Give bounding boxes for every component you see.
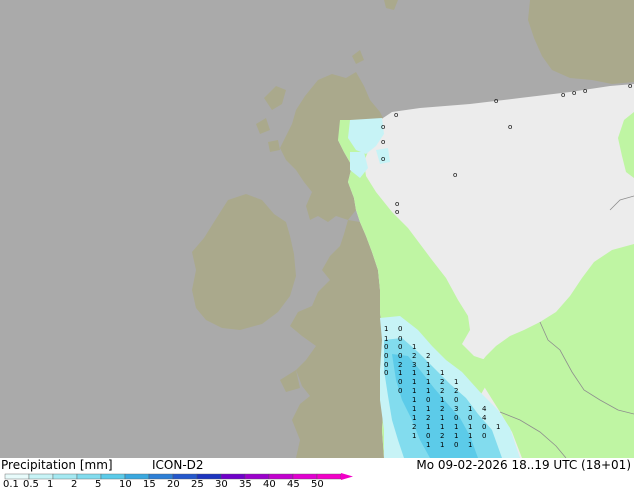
- precip-value-label: 1: [412, 369, 416, 377]
- precip-value-label: 2: [440, 378, 444, 386]
- legend-tick-label: 15: [143, 479, 156, 490]
- precip-value-label: 0: [398, 378, 402, 386]
- precip-value-label: 1: [454, 423, 458, 431]
- precip-value-label: 1: [412, 378, 416, 386]
- precip-value-label: 1: [412, 405, 416, 413]
- precip-value-label: 1: [496, 423, 500, 431]
- precip-value-label: 2: [440, 387, 444, 395]
- precip-value-label: 0: [384, 352, 388, 360]
- precip-value-label: 1: [426, 387, 430, 395]
- precip-value-label: 0: [482, 423, 486, 431]
- station-marker: o: [572, 89, 576, 97]
- precip-value-label: 0: [482, 432, 486, 440]
- precip-value-label: 0: [398, 387, 402, 395]
- precip-value-label: 0: [384, 369, 388, 377]
- precip-value-label: 1: [440, 423, 444, 431]
- precip-value-label: 2: [412, 423, 416, 431]
- precip-value-label: 0: [454, 414, 458, 422]
- legend-tick-label: 5: [95, 479, 102, 490]
- legend-tick-label: 0.5: [23, 479, 39, 490]
- precip-value-label: 2: [426, 352, 430, 360]
- precip-value-label: 1: [454, 378, 458, 386]
- precip-value-label: 4: [482, 405, 487, 413]
- precip-value-label: 0: [454, 441, 458, 449]
- legend-arrow: [341, 473, 353, 480]
- precip-value-label: 4: [482, 414, 487, 422]
- legend-tick-label: 25: [191, 479, 204, 490]
- precip-value-label: 1: [412, 387, 416, 395]
- precip-value-label: 1: [440, 396, 444, 404]
- precip-value-label: 2: [440, 432, 444, 440]
- precip-value-label: 2: [454, 387, 458, 395]
- legend-tick-label: 50: [311, 479, 324, 490]
- legend-tick-label: 2: [71, 479, 78, 490]
- precip-value-label: 1: [426, 405, 430, 413]
- station-marker: o: [583, 87, 587, 95]
- precip-value-label: 0: [398, 343, 402, 351]
- precip-value-label: 2: [426, 414, 430, 422]
- precip-value-label: 1: [412, 396, 416, 404]
- precip-value-label: 1: [426, 369, 430, 377]
- precip-value-label: 1: [412, 432, 416, 440]
- precip-value-label: 2: [440, 405, 444, 413]
- map-canvas: 1 01 00 0 10 0 2 20 2 3 10 1 1 1 10 1 1 2 10 1 1 2 21 0 1 01 1 2 3 1 4…: [0, 0, 634, 458]
- legend-tick-label: 1: [47, 479, 54, 490]
- legend-tick-label: 0.1: [3, 479, 19, 490]
- map-footer: Precipitation [mm] ICON-D2 Mo 09-02-2026…: [0, 458, 634, 490]
- legend-tick-label: 40: [263, 479, 276, 490]
- precip-value-label: 0: [398, 335, 402, 343]
- precip-value-label: 1: [426, 361, 430, 369]
- legend-tick-label: 35: [239, 479, 252, 490]
- precip-value-label: 0: [468, 414, 472, 422]
- precip-value-label: 0: [426, 396, 430, 404]
- station-marker: o: [508, 123, 512, 131]
- station-marker: o: [395, 208, 399, 216]
- legend-tick-label: 30: [215, 479, 228, 490]
- station-marker: o: [628, 82, 632, 90]
- station-marker: o: [394, 111, 398, 119]
- precip-value-label: 0: [398, 352, 402, 360]
- precip-value-label: 2: [412, 352, 416, 360]
- precip-value-label: 0: [454, 396, 458, 404]
- station-marker: o: [381, 123, 385, 131]
- precip-value-label: 1: [440, 414, 444, 422]
- station-marker: o: [453, 171, 457, 179]
- precip-value-label: 1: [468, 441, 472, 449]
- station-marker: o: [561, 91, 565, 99]
- legend-tick-label: 45: [287, 479, 300, 490]
- precip-value-label: 3: [454, 405, 458, 413]
- precip-value-label: 0: [384, 361, 388, 369]
- precip-value-label: 1: [412, 414, 416, 422]
- precip-value-label: 1: [440, 369, 444, 377]
- precip-value-label: 1: [384, 335, 388, 343]
- station-marker: o: [395, 200, 399, 208]
- product-title: Precipitation [mm]: [1, 458, 113, 472]
- legend-tick-label: 10: [119, 479, 132, 490]
- precipitation-map[interactable]: 1010001002202310111101121011221010112314…: [0, 0, 634, 458]
- precip-value-label: 1: [468, 432, 472, 440]
- precip-value-label: 1: [412, 343, 416, 351]
- station-marker: o: [494, 97, 498, 105]
- station-marker: o: [381, 155, 385, 163]
- precip-value-label: 0: [398, 325, 402, 333]
- model-name: ICON-D2: [152, 458, 204, 472]
- precip-value-label: 1: [468, 405, 472, 413]
- valid-datetime: Mo 09-02-2026 18..19 UTC (18+01): [416, 458, 631, 472]
- precip-value-label: 0: [384, 343, 388, 351]
- precip-value-label: 1: [440, 441, 444, 449]
- precip-value-label: 1: [398, 369, 402, 377]
- precip-value-label: 1: [384, 325, 388, 333]
- precip-value-label: 1: [426, 378, 430, 386]
- precip-value-label: 1: [468, 423, 472, 431]
- precip-value-label: 0: [426, 432, 430, 440]
- precip-value-label: 3: [412, 361, 416, 369]
- legend-tick-label: 20: [167, 479, 180, 490]
- precip-value-label: 1: [426, 423, 430, 431]
- precip-value-label: 1: [426, 441, 430, 449]
- station-marker: o: [381, 138, 385, 146]
- precip-value-label: 2: [398, 361, 402, 369]
- precip-value-label: 1: [454, 432, 458, 440]
